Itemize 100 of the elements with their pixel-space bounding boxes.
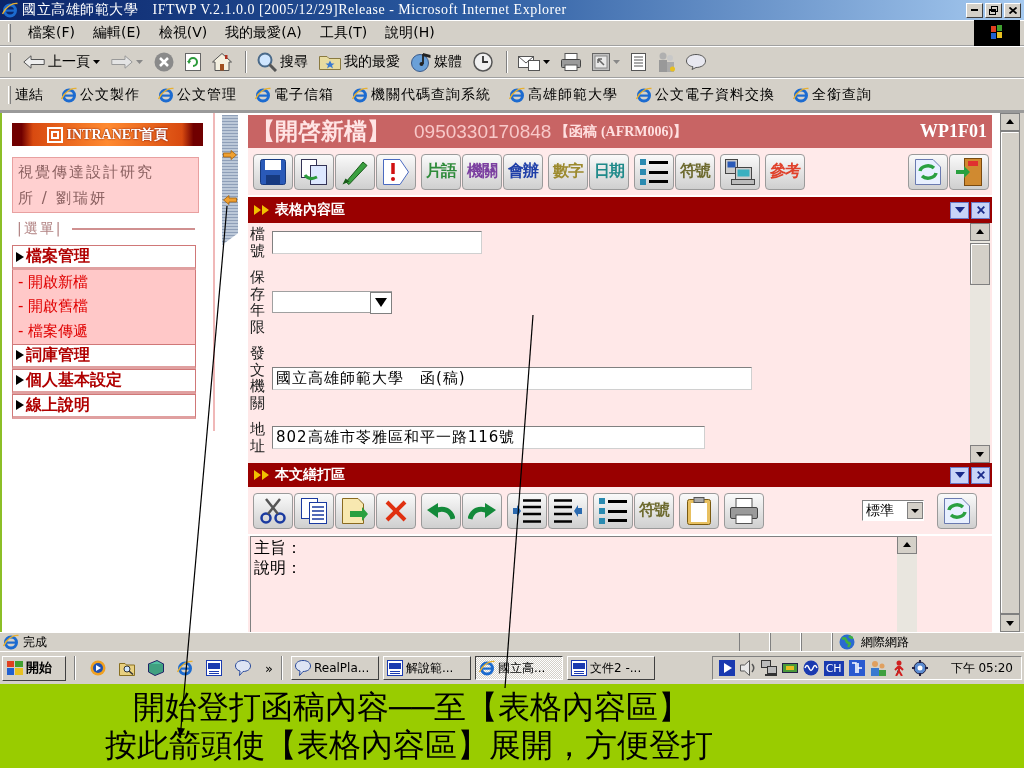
favorites-button[interactable]: 我的最愛 xyxy=(315,53,404,71)
restore-icon xyxy=(989,5,998,15)
copy-button[interactable] xyxy=(294,153,334,190)
search-button[interactable]: 搜尋 xyxy=(253,52,312,72)
text-field[interactable] xyxy=(272,231,482,254)
double-triangle-icon xyxy=(254,205,269,215)
start-button[interactable]: 開始 xyxy=(2,655,66,681)
cut-button[interactable] xyxy=(253,492,293,529)
scrollbar[interactable] xyxy=(897,536,917,633)
star-folder-icon xyxy=(319,54,341,70)
toolbar-button[interactable]: 符號 xyxy=(675,153,715,190)
copy-button[interactable] xyxy=(294,492,334,529)
triangle-bullet-icon xyxy=(16,350,24,361)
people-icon[interactable] xyxy=(869,660,886,676)
attach-button[interactable] xyxy=(335,153,375,190)
magnifier-folder-icon[interactable] xyxy=(119,660,135,676)
caret-icon xyxy=(954,207,965,213)
list-button[interactable] xyxy=(593,492,633,529)
toolbar-button[interactable]: 符號 xyxy=(634,492,674,529)
target-icon[interactable] xyxy=(911,660,928,676)
printer-icon xyxy=(730,497,758,524)
splitter-bar[interactable] xyxy=(222,115,238,245)
document-number: 0950330170848 xyxy=(414,120,552,143)
style-select[interactable]: 標準 xyxy=(862,500,924,521)
refresh-button[interactable] xyxy=(908,153,948,190)
link[interactable]: 公文管理 xyxy=(158,85,237,104)
document-icon xyxy=(386,660,403,676)
network-icon[interactable] xyxy=(760,660,777,676)
speaker-icon[interactable] xyxy=(739,660,756,676)
clipboard-icon xyxy=(687,496,711,525)
media-button[interactable]: 媒體 xyxy=(407,52,466,72)
language-indicator[interactable]: CH xyxy=(823,660,844,676)
menu-item[interactable]: 檢視(V) xyxy=(149,24,217,42)
restore-button[interactable] xyxy=(985,2,1002,18)
menu-item[interactable]: 個人基本設定 xyxy=(12,368,196,394)
exit-button[interactable] xyxy=(949,153,989,190)
delete-button[interactable] xyxy=(376,492,416,529)
menu-item[interactable]: 我的最愛(A) xyxy=(216,24,311,42)
minimize-button[interactable] xyxy=(966,2,983,18)
link[interactable]: 公文製作 xyxy=(61,85,140,104)
link[interactable]: 電子信箱 xyxy=(255,85,334,104)
menu-item[interactable]: 檔案管理 xyxy=(12,245,196,270)
document-lines-icon xyxy=(631,53,646,71)
link[interactable]: 公文電子資料交換 xyxy=(636,85,775,104)
toolbar-button[interactable]: 會辦 xyxy=(503,153,543,190)
speech-bubble-icon[interactable] xyxy=(235,660,251,676)
left-arrow-icon[interactable] xyxy=(223,195,237,205)
print-button[interactable] xyxy=(724,492,764,529)
documents-arrow-icon xyxy=(301,158,327,185)
overflow-chevron[interactable]: » xyxy=(265,660,273,676)
text-area[interactable]: 主旨： 說明： xyxy=(250,536,897,633)
close-button[interactable] xyxy=(971,201,990,219)
link[interactable]: 機關代碼查詢系統 xyxy=(352,85,491,104)
text-field[interactable]: 國立高雄師範大學 函(稿) xyxy=(272,366,752,390)
clipboard-button[interactable] xyxy=(679,492,719,529)
select-field[interactable] xyxy=(272,291,392,313)
toolbar-button[interactable]: 機關 xyxy=(462,153,502,190)
refresh-icon xyxy=(944,497,970,524)
alert-button[interactable] xyxy=(376,153,416,190)
list-button[interactable] xyxy=(634,153,674,190)
menu-item[interactable]: 檔案(F) xyxy=(19,24,84,42)
task-button[interactable]: RealPla... xyxy=(290,656,379,680)
card-icon[interactable] xyxy=(781,660,798,676)
link[interactable]: 高雄師範大學 xyxy=(509,85,618,104)
clock: 下午 05:20 xyxy=(950,659,1013,677)
scrollbar[interactable] xyxy=(1000,113,1020,632)
document-icon xyxy=(570,660,587,676)
task-button[interactable]: 文件2 -... xyxy=(566,656,655,680)
right-arrow-icon[interactable] xyxy=(223,150,237,160)
link[interactable]: 全銜查詢 xyxy=(793,85,872,104)
menu-item[interactable]: 編輯(E) xyxy=(84,24,150,42)
menu-item[interactable]: 說明(H) xyxy=(376,24,444,42)
double-triangle-icon xyxy=(254,470,269,480)
indent-button[interactable] xyxy=(507,492,547,529)
close-button[interactable] xyxy=(971,466,990,484)
flag-logo-icon xyxy=(974,20,1020,46)
outdent-button[interactable] xyxy=(548,492,588,529)
tile-icon[interactable] xyxy=(848,660,865,676)
play-icon[interactable] xyxy=(718,660,735,676)
document-icon[interactable] xyxy=(206,660,222,676)
hexagon-icon[interactable] xyxy=(148,660,164,676)
collapse-button[interactable] xyxy=(950,201,969,219)
collapse-button[interactable] xyxy=(950,466,969,484)
computer-button[interactable] xyxy=(720,153,760,190)
web-browser-icon[interactable] xyxy=(177,660,193,676)
wave-icon[interactable] xyxy=(802,660,819,676)
scrollbar[interactable] xyxy=(970,223,990,463)
menu-item[interactable]: 詞庫管理 xyxy=(12,343,196,369)
menu-item[interactable]: 工具(T) xyxy=(310,24,377,42)
web-page-icon xyxy=(478,660,495,676)
task-button[interactable]: 解說範... xyxy=(382,656,471,680)
menu-item[interactable]: 線上說明 xyxy=(12,393,196,419)
refresh-button[interactable] xyxy=(937,492,977,529)
redo-button[interactable] xyxy=(462,492,502,529)
paste-button[interactable] xyxy=(335,492,375,529)
text-field[interactable]: 802高雄市苓雅區和平一路116號 xyxy=(272,426,705,449)
save-button[interactable] xyxy=(253,153,293,190)
play-circle-icon[interactable] xyxy=(90,660,106,676)
back-button[interactable]: 上一頁 xyxy=(19,53,104,71)
undo-button[interactable] xyxy=(421,492,461,529)
